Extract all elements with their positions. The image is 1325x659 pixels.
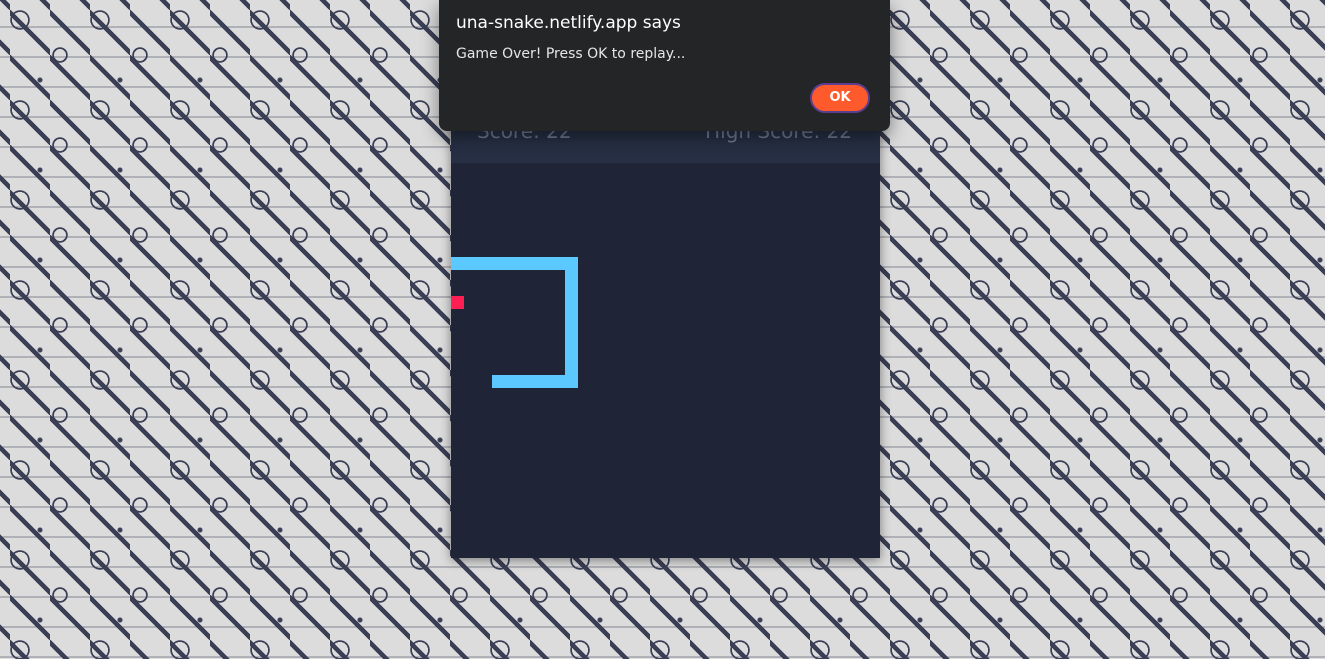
game-board[interactable] (451, 163, 880, 558)
snake-segment (492, 375, 578, 388)
alert-dialog: una-snake.netlify.app says Game Over! Pr… (439, 0, 890, 131)
ok-button[interactable]: OK (810, 83, 870, 113)
snake-segment (451, 257, 578, 270)
snake-segment (565, 257, 578, 388)
dialog-title: una-snake.netlify.app says (456, 13, 681, 33)
food-pellet (451, 296, 464, 309)
dialog-message: Game Over! Press OK to replay... (456, 46, 686, 62)
